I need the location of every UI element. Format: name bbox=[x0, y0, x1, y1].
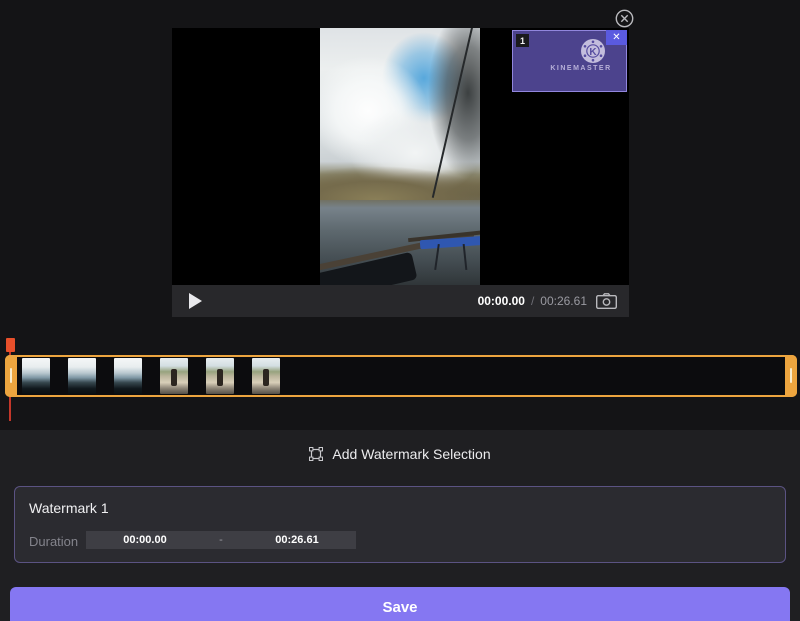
time-display: 00:00.00 / 00:26.61 bbox=[478, 294, 587, 308]
timeline-thumbnail bbox=[160, 358, 188, 394]
watermark-selection-box[interactable]: 1 ✕ K KINEMASTER bbox=[512, 30, 627, 92]
player-controls: 00:00.00 / 00:26.61 bbox=[172, 285, 629, 317]
current-time: 00:00.00 bbox=[478, 294, 525, 308]
close-icon bbox=[615, 9, 634, 28]
kinemaster-brand-text: KINEMASTER bbox=[536, 65, 626, 72]
watermark-remover-page: 1 ✕ K KINEMASTER bbox=[0, 0, 800, 621]
outrigger-leg bbox=[463, 244, 468, 270]
start-time-input[interactable]: 00:00.00 bbox=[86, 534, 204, 546]
save-button[interactable]: Save bbox=[10, 587, 790, 621]
timeline-thumbnail bbox=[22, 358, 50, 394]
video-player: 1 ✕ K KINEMASTER bbox=[172, 28, 629, 317]
bottom-panel: Add Watermark Selection Watermark 1 Dura… bbox=[0, 430, 800, 621]
total-time: 00:26.61 bbox=[540, 294, 587, 308]
watermark-panel-title: Watermark 1 bbox=[29, 500, 109, 516]
watermark-index-badge: 1 bbox=[516, 34, 529, 47]
snapshot-button[interactable] bbox=[596, 293, 617, 309]
close-dialog-button[interactable] bbox=[615, 9, 634, 28]
camera-icon bbox=[596, 293, 617, 309]
svg-text:K: K bbox=[589, 47, 597, 58]
trim-handle-right[interactable] bbox=[785, 355, 797, 397]
mountains bbox=[320, 166, 480, 200]
add-watermark-button[interactable]: Add Watermark Selection bbox=[0, 446, 800, 462]
duration-label: Duration bbox=[29, 534, 78, 549]
timeline-thumbnail bbox=[206, 358, 234, 394]
duration-range: 00:00.00 - 00:26.61 bbox=[86, 531, 356, 549]
range-separator: - bbox=[204, 534, 238, 546]
timeline-strip[interactable] bbox=[5, 355, 797, 397]
video-frame bbox=[320, 28, 480, 285]
watermark-close-button[interactable]: ✕ bbox=[606, 30, 627, 45]
handle-grip bbox=[10, 368, 12, 383]
timeline-thumbnail bbox=[114, 358, 142, 394]
trim-handle-left[interactable] bbox=[5, 355, 17, 397]
play-button[interactable] bbox=[189, 293, 202, 309]
add-watermark-label: Add Watermark Selection bbox=[332, 446, 490, 462]
handle-grip bbox=[790, 368, 792, 383]
timeline-thumbnail bbox=[252, 358, 280, 394]
video-canvas[interactable]: 1 ✕ K KINEMASTER bbox=[172, 28, 629, 285]
time-separator: / bbox=[531, 294, 534, 308]
watermark-panel: Watermark 1 Duration 00:00.00 - 00:26.61 bbox=[14, 486, 786, 563]
end-time-input[interactable]: 00:26.61 bbox=[238, 534, 356, 546]
playhead-handle[interactable] bbox=[6, 338, 15, 352]
kinemaster-logo-icon: K bbox=[580, 38, 606, 64]
selection-frame-icon bbox=[309, 447, 323, 461]
timeline-thumbnail bbox=[68, 358, 96, 394]
timeline-thumbnails bbox=[22, 358, 280, 394]
